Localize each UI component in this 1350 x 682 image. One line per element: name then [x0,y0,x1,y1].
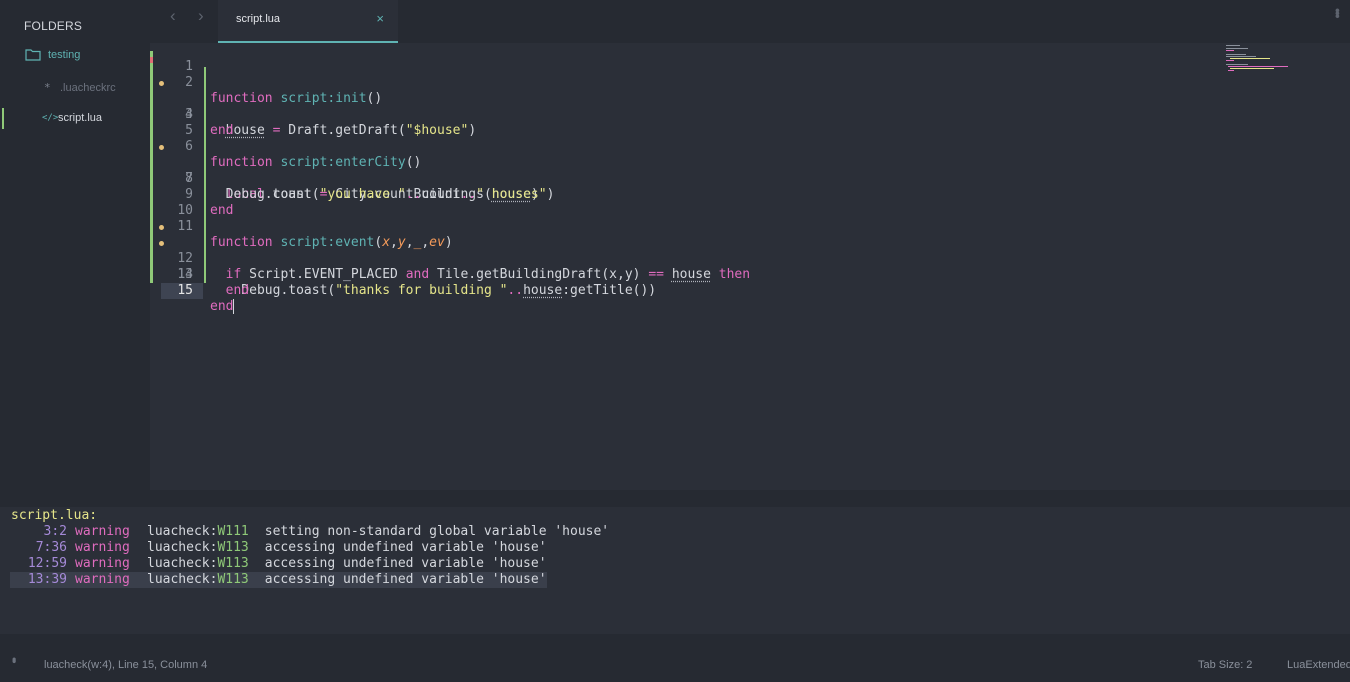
text-caret [233,299,235,314]
panel-separator [0,490,1350,507]
sidebar: FOLDERS testing * .luacheckrc </> script… [0,0,150,490]
folder-icon [25,49,41,61]
output-location: 13:39 [27,572,67,587]
tab-size-selector[interactable]: Tab Size: 2 [1198,659,1252,671]
output-message: accessing undefined variable 'house' [264,540,547,555]
output-title: script.lua: [11,508,98,523]
tab-title: script.lua [236,13,281,25]
line-number: 15 [161,283,203,299]
output-level: warning [75,540,130,555]
folder-label: testing [48,49,81,61]
code-line: 4 end [150,91,1350,138]
output-code: W113 [217,540,249,555]
sidebar-file-luacheckrc[interactable]: * .luacheckrc [44,81,116,94]
code-line: 9 end [150,171,1350,218]
code-text: end [210,299,235,314]
code-line: 6 function script:enterCity() [150,123,1350,170]
sidebar-file-script-lua[interactable]: </> script.lua [42,112,102,124]
code-line: 10 [150,187,1350,218]
syntax-selector[interactable]: LuaExtended [1287,659,1350,671]
output-code: W113 [217,556,249,571]
code-line-current: 15 end [150,267,1350,314]
output-level: warning [75,572,130,587]
warning-dot-icon [159,241,164,246]
minimap[interactable] [1226,45,1298,75]
warning-dot-icon [159,225,164,230]
output-message: accessing undefined variable 'house' [264,572,547,587]
output-tool: luacheck: [147,572,218,587]
code-line: 2 function script:init() [150,59,1350,106]
output-row[interactable]: 12:59 warning luacheck:W113 accessing undef… [11,556,547,572]
code-icon: </> [42,113,59,123]
file-label: .luacheckrc [60,81,116,94]
output-tool: luacheck: [147,556,218,571]
output-location: 7:36 [35,540,67,555]
output-row[interactable]: 7:36 warning luacheck:W113 accessing undefi… [11,540,547,556]
code-line: 3 house = Draft.getDraft("$house") [150,75,1350,138]
output-level: warning [75,524,130,539]
tab-script-lua[interactable]: script.lua × [218,0,398,43]
output-tool: luacheck: [147,540,218,555]
sidebar-folder-testing[interactable]: testing [25,49,80,61]
warning-dot-icon [159,145,164,150]
code-line: 11 function script:event(x,y,_,ev) [150,203,1350,250]
build-output-panel[interactable]: script.lua: 3:2 warning luacheck:W111 setti… [6,507,1350,634]
output-row-selected[interactable]: 13:39 warning luacheck:W113 accessing undef… [10,572,547,588]
panel-toggle-icon[interactable]: ••• [7,657,21,661]
output-row[interactable]: 3:2 warning luacheck:W111 setting non-stand… [11,524,610,540]
status-bar: ••• luacheck(w:4), Line 15, Column 4 Tab… [0,648,1350,682]
code-line: 13 Debug.toast("thanks for building "..h… [150,235,1350,298]
chevron-left-icon[interactable]: ‹ [170,6,176,26]
chevron-right-icon[interactable]: › [198,6,204,26]
more-vertical-icon[interactable]: ••• [1330,8,1346,17]
output-message: accessing undefined variable 'house' [264,556,547,571]
output-location: 12:59 [27,556,67,571]
code-line: 7 local count = City.countBuildings(hous… [150,139,1350,202]
asterisk-icon: * [44,81,51,94]
code-line: 5 [150,107,1350,138]
panel-separator [0,634,1350,648]
warning-dot-icon [159,81,164,86]
output-code: W113 [217,572,249,587]
code-line: 12 if Script.EVENT_PLACED and Tile.getBu… [150,219,1350,282]
close-icon[interactable]: × [376,11,384,26]
status-position: luacheck(w:4), Line 15, Column 4 [44,659,208,671]
sidebar-heading: FOLDERS [24,19,83,33]
code-line: 1 [150,43,1350,74]
output-message: setting non-standard global variable 'ho… [264,524,610,539]
code-editor[interactable]: 1 2 function script:init() 3 house = Dra… [150,43,1350,490]
code-line: 8 Debug.toast("you have "..count.." hous… [150,155,1350,202]
file-label: script.lua [58,112,103,124]
tab-bar: ‹ › script.lua × ••• [150,0,1350,43]
active-file-marker [2,108,4,129]
code-text: Debug.toast("thanks for building "..hous… [210,283,657,298]
output-location: 3:2 [43,524,67,539]
output-code: W111 [217,524,249,539]
code-line: 14 end [150,251,1350,298]
code-text: end [225,283,250,298]
output-level: warning [75,556,130,571]
output-tool: luacheck: [147,524,218,539]
